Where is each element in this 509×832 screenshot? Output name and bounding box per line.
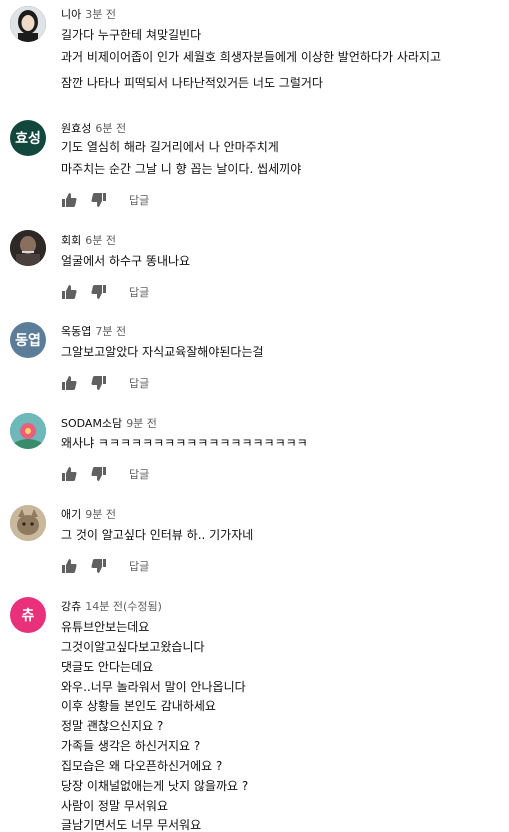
comment-author[interactable]: 옥동엽 — [61, 325, 91, 338]
thumbs-down-icon[interactable] — [91, 192, 107, 208]
thumbs-down-icon[interactable] — [91, 284, 107, 300]
comment-text: 댓글도 안다는데요 — [61, 660, 154, 674]
comment-actions: 답글 — [61, 284, 149, 300]
comment-text: 길가다 누구한테 쳐맞길빈다 — [61, 28, 202, 42]
reply-button[interactable]: 답글 — [129, 466, 149, 482]
comment-text: 과거 비제이어좁이 인가 세월호 희생자분들에게 이상한 발언하다가 사라지고 — [61, 50, 441, 64]
comment-time[interactable]: 14분 전(수정됨) — [85, 600, 162, 613]
comment-text: 그 것이 알고싶다 인터뷰 하.. 기가자네 — [61, 528, 254, 542]
comment-actions: 답글 — [61, 375, 149, 391]
comment-text: 정말 괜찮으신지요 ? — [61, 719, 164, 733]
comment-text: 사람이 정말 무서워요 — [61, 799, 168, 813]
comment-author[interactable]: 원효성 — [61, 122, 91, 135]
thumbs-down-icon[interactable] — [91, 375, 107, 391]
avatar[interactable] — [10, 230, 46, 266]
comment-time[interactable]: 9분 전 — [126, 417, 157, 430]
reply-button[interactable]: 답글 — [129, 192, 149, 208]
comment-text: 이후 상황들 본인도 감내하세요 — [61, 699, 216, 713]
comment-text: 마주치는 순간 그날 니 향 꼽는 날이다. 씹세끼야 — [61, 162, 302, 176]
comment-time[interactable]: 6분 전 — [85, 234, 116, 247]
comment-author[interactable]: SODAM소담 — [61, 417, 122, 430]
comment-author[interactable]: 회회 — [61, 234, 81, 247]
thumbs-up-icon[interactable] — [61, 375, 77, 391]
comment-actions: 답글 — [61, 558, 149, 574]
avatar[interactable]: 츄 — [10, 597, 46, 633]
comment-time[interactable]: 6분 전 — [95, 122, 126, 135]
comment-actions: 답글 — [61, 466, 149, 482]
avatar[interactable] — [10, 413, 46, 449]
thumbs-up-icon[interactable] — [61, 284, 77, 300]
comment-time[interactable]: 9분 전 — [85, 508, 116, 521]
comment-text: 당장 이채널없애는게 낫지 않을까요 ? — [61, 779, 249, 793]
comment-time[interactable]: 3분 전 — [85, 8, 116, 21]
comment-text: 집모습은 왜 다오픈하신거에요 ? — [61, 759, 223, 773]
comment-text: 잠깐 나타나 피떡되서 나타난적있거든 너도 그럴거다 — [61, 76, 323, 90]
reply-button[interactable]: 답글 — [129, 558, 149, 574]
thumbs-up-icon[interactable] — [61, 558, 77, 574]
comment-text: 글남기면서도 너무 무서워요 — [61, 818, 202, 832]
comment-author[interactable]: 강츄 — [61, 600, 81, 613]
comment-text: 가족들 생각은 하신거지요 ? — [61, 739, 201, 753]
comment-author[interactable]: 니아 — [61, 8, 81, 21]
comment-text: 얼굴에서 하수구 똥내나요 — [61, 254, 191, 268]
thumbs-up-icon[interactable] — [61, 466, 77, 482]
comment-text: 왜사냐 ㅋㅋㅋㅋㅋㅋㅋㅋㅋㅋㅋㅋㅋㅋㅋㅋㅋㅋㅋ — [61, 436, 308, 450]
comment-text: 그알보고알았다 자식교육잘해야된다는걸 — [61, 345, 264, 359]
avatar[interactable] — [10, 6, 46, 42]
thumbs-down-icon[interactable] — [91, 466, 107, 482]
thumbs-up-icon[interactable] — [61, 192, 77, 208]
comment-text: 그것이알고싶다보고왔습니다 — [61, 640, 205, 654]
comment-text: 기도 열심히 해라 길거리에서 나 안마주치게 — [61, 140, 279, 154]
avatar[interactable]: 동엽 — [10, 322, 46, 358]
avatar[interactable]: 효성 — [10, 120, 46, 156]
thumbs-down-icon[interactable] — [91, 558, 107, 574]
comment-time[interactable]: 7분 전 — [95, 325, 126, 338]
comment-text: 와우..너무 놀라워서 말이 안나옵니다 — [61, 680, 246, 694]
reply-button[interactable]: 답글 — [129, 284, 149, 300]
avatar[interactable] — [10, 505, 46, 541]
reply-button[interactable]: 답글 — [129, 375, 149, 391]
comment-author[interactable]: 애기 — [61, 508, 81, 521]
comment-actions: 답글 — [61, 192, 149, 208]
comment-text: 유튜브안보는데요 — [61, 620, 150, 634]
